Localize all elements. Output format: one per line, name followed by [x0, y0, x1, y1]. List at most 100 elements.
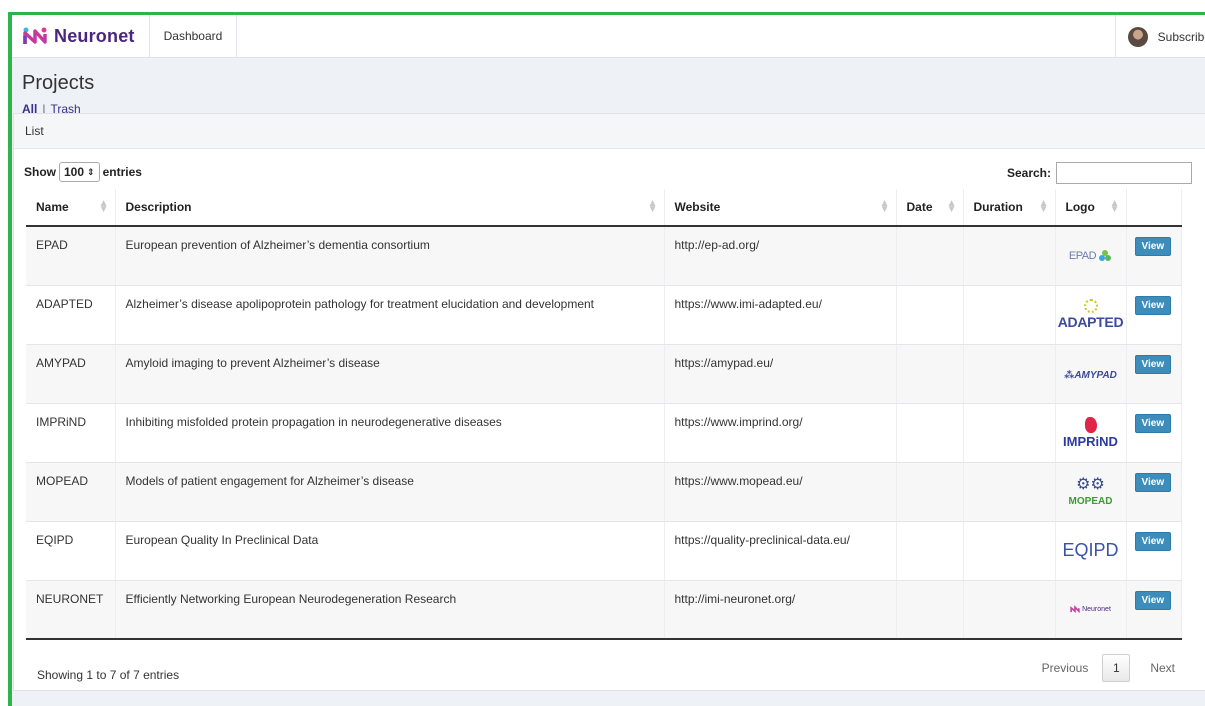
adapted-ring-icon — [1083, 299, 1098, 313]
cell-description: Amyloid imaging to prevent Alzheimer’s d… — [115, 344, 665, 404]
sort-arrows-icon: ▲ ▼ — [1109, 198, 1120, 215]
table-row: NEURONET Efficiently Networking European… — [26, 580, 1182, 640]
entries-select[interactable]: 100 ⇕ — [59, 162, 100, 182]
neuronet-logo: Neuronet — [1070, 605, 1111, 614]
table-controls: Show 100 ⇕ entries Search: — [14, 149, 1205, 189]
cell-date — [896, 403, 964, 463]
neuronet-mini-icon — [1070, 605, 1080, 614]
cell-actions: View — [1126, 344, 1182, 404]
epad-logo: EPAD — [1069, 249, 1112, 263]
pagination: Previous 1 Next — [1042, 654, 1175, 682]
sort-arrows-icon: ▲ ▼ — [647, 198, 658, 215]
card-title: List — [14, 114, 1205, 149]
brand[interactable]: Neuronet — [12, 15, 150, 58]
adapted-logo: ADAPTED — [1056, 299, 1126, 330]
amypad-logo: ⁂AMYPAD — [1064, 369, 1117, 381]
cell-logo: IMPRiND — [1055, 403, 1127, 463]
view-button[interactable]: View — [1134, 413, 1172, 433]
cell-logo: ADAPTED — [1055, 285, 1127, 345]
cell-date — [896, 521, 964, 581]
cell-name: EPAD — [26, 226, 116, 286]
page-1-button[interactable]: 1 — [1102, 654, 1131, 682]
cell-website[interactable]: http://imi-neuronet.org/ — [664, 580, 897, 640]
column-header-website[interactable]: Website ▲ ▼ — [664, 189, 897, 227]
amypad-dots-icon: ⁂ — [1064, 369, 1075, 381]
cell-website[interactable]: https://www.imi-adapted.eu/ — [664, 285, 897, 345]
sort-arrows-icon: ▲ ▼ — [98, 198, 109, 215]
cell-duration — [963, 521, 1056, 581]
previous-page-button[interactable]: Previous — [1042, 661, 1089, 675]
mopead-logo: ⚙⚙ MOPEAD — [1056, 476, 1126, 507]
cell-logo: EPAD — [1055, 226, 1127, 286]
page-title: Projects — [22, 72, 95, 94]
cell-date — [896, 285, 964, 345]
cell-duration — [963, 226, 1056, 286]
table-header-row: Name ▲ ▼ Description ▲ ▼ Website ▲ ▼ Date ▲ ▼ Du… — [26, 189, 1182, 227]
cell-description: Alzheimer’s disease apolipoprotein patho… — [115, 285, 665, 345]
table-row: EQIPD European Quality In Preclinical Da… — [26, 521, 1182, 581]
column-header-duration[interactable]: Duration ▲ ▼ — [963, 189, 1056, 227]
cell-description: Models of patient engagement for Alzheim… — [115, 462, 665, 522]
table-row: MOPEAD Models of patient engagement for … — [26, 462, 1182, 522]
user-label: Subscriber — [1157, 29, 1205, 44]
search-input[interactable] — [1056, 162, 1192, 184]
entries-label: entries — [102, 165, 142, 179]
navbar: Neuronet Dashboard Subscriber — [12, 15, 1205, 58]
column-header-logo[interactable]: Logo ▲ ▼ — [1055, 189, 1127, 227]
cell-date — [896, 580, 964, 640]
epad-flower-icon — [1099, 250, 1112, 262]
view-button[interactable]: View — [1134, 531, 1172, 551]
cell-website[interactable]: https://www.imprind.org/ — [664, 403, 897, 463]
column-header-actions — [1126, 189, 1182, 227]
sort-arrows-icon: ▲ ▼ — [1038, 198, 1049, 215]
imprind-logo: IMPRiND — [1056, 416, 1126, 449]
eqipd-logo: EQIPD — [1062, 540, 1119, 560]
cell-logo: ⚙⚙ MOPEAD — [1055, 462, 1127, 522]
cell-duration — [963, 462, 1056, 522]
cell-name: AMYPAD — [26, 344, 116, 404]
cell-name: ADAPTED — [26, 285, 116, 345]
view-button[interactable]: View — [1134, 590, 1172, 610]
cell-actions: View — [1126, 462, 1182, 522]
cell-website[interactable]: https://quality-preclinical-data.eu/ — [664, 521, 897, 581]
imprind-head-icon — [1084, 416, 1097, 433]
table-row: EPAD European prevention of Alzheimer’s … — [26, 226, 1182, 286]
entries-select-value: 100 — [64, 165, 85, 179]
view-button[interactable]: View — [1134, 472, 1172, 492]
cell-actions: View — [1126, 521, 1182, 581]
cell-date — [896, 226, 964, 286]
cell-website[interactable]: https://www.mopead.eu/ — [664, 462, 897, 522]
search: Search: — [1007, 162, 1192, 184]
search-label: Search: — [1006, 166, 1051, 180]
column-header-name[interactable]: Name ▲ ▼ — [26, 189, 116, 227]
column-header-date[interactable]: Date ▲ ▼ — [896, 189, 964, 227]
cell-logo: ⁂AMYPAD — [1055, 344, 1127, 404]
cell-actions: View — [1126, 226, 1182, 286]
cell-actions: View — [1126, 403, 1182, 463]
entries-info: Showing 1 to 7 of 7 entries — [37, 668, 180, 682]
projects-card: List Show 100 ⇕ entries Search: Name ▲ ▼ D… — [13, 113, 1205, 691]
view-button[interactable]: View — [1134, 237, 1172, 256]
cell-website[interactable]: http://ep-ad.org/ — [664, 226, 897, 286]
cell-date — [896, 462, 964, 522]
cell-duration — [963, 580, 1056, 640]
sort-arrows-icon: ▲ ▼ — [946, 198, 957, 215]
cell-description: Inhibiting misfolded protein propagation… — [115, 403, 665, 463]
cell-duration — [963, 344, 1056, 404]
nav-dashboard[interactable]: Dashboard — [150, 15, 238, 58]
view-button[interactable]: View — [1134, 295, 1172, 315]
cell-logo: Neuronet — [1055, 580, 1127, 640]
cell-date — [896, 344, 964, 404]
cell-duration — [963, 403, 1056, 463]
cell-name: NEURONET — [26, 580, 116, 640]
cell-actions: View — [1126, 285, 1182, 345]
column-header-description[interactable]: Description ▲ ▼ — [115, 189, 665, 227]
table-row: IMPRiND Inhibiting misfolded protein pro… — [26, 403, 1182, 463]
cell-name: MOPEAD — [26, 462, 116, 522]
table-row: AMYPAD Amyloid imaging to prevent Alzhei… — [26, 344, 1182, 404]
view-button[interactable]: View — [1134, 354, 1172, 374]
cell-website[interactable]: https://amypad.eu/ — [664, 344, 897, 404]
show-label: Show — [24, 165, 56, 179]
next-page-button[interactable]: Next — [1150, 661, 1175, 675]
user-menu[interactable]: Subscriber — [1114, 15, 1205, 58]
